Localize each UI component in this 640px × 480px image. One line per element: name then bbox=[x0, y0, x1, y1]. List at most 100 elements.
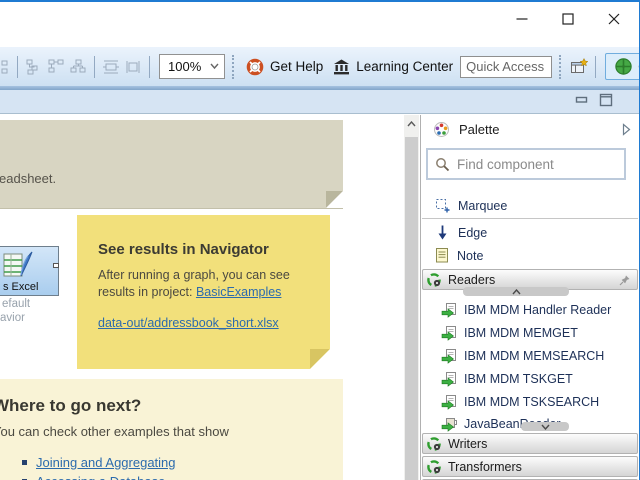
list-item: Joining and Aggregating bbox=[22, 455, 229, 470]
palette-item-label: IBM MDM TSKGET bbox=[464, 372, 573, 386]
palette-icon bbox=[434, 122, 449, 137]
toolbar-separator bbox=[595, 55, 597, 78]
chevron-up-icon bbox=[511, 288, 521, 294]
minimize-button[interactable] bbox=[499, 6, 545, 32]
palette-tool-edge[interactable]: Edge bbox=[421, 221, 639, 244]
excel-component-icon bbox=[3, 251, 33, 277]
layout-icon bbox=[1, 60, 8, 73]
palette-section-label: Transformers bbox=[448, 459, 522, 474]
layout-tool-button[interactable] bbox=[0, 57, 12, 77]
view-toolbar bbox=[0, 90, 639, 114]
toolbar-dotted-separator bbox=[232, 54, 234, 79]
transformers-category-icon bbox=[427, 459, 441, 474]
bank-icon bbox=[334, 59, 350, 74]
note-icon bbox=[436, 248, 448, 263]
gray-note-text: eadsheet. bbox=[0, 171, 57, 186]
collapse-panel-arrow-icon[interactable] bbox=[622, 123, 631, 136]
scrollbar-thumb[interactable] bbox=[405, 137, 418, 480]
palette-tool-note[interactable]: Note bbox=[421, 244, 639, 267]
find-component-input[interactable] bbox=[457, 156, 607, 172]
title-bar bbox=[0, 2, 639, 47]
scrollbar-up-button[interactable] bbox=[404, 115, 419, 132]
open-perspective-button[interactable] bbox=[568, 57, 590, 77]
learning-center-label: Learning Center bbox=[356, 59, 454, 74]
component-output-port[interactable] bbox=[53, 263, 59, 268]
palette-tool-marquee[interactable]: Marquee bbox=[421, 194, 639, 217]
readers-category-icon bbox=[427, 272, 441, 287]
palette-item-reader[interactable]: IBM MDM TSKSEARCH bbox=[421, 391, 639, 413]
maximize-button[interactable] bbox=[545, 6, 591, 32]
reader-component-icon bbox=[441, 349, 456, 364]
palette-scroll-down-indicator[interactable] bbox=[521, 422, 569, 431]
distribute-horizontal-icon bbox=[103, 60, 119, 73]
get-help-button[interactable]: Get Help bbox=[246, 58, 323, 76]
marquee-icon bbox=[436, 199, 450, 213]
sticky-note-cream[interactable]: Where to go next? You can check other ex… bbox=[0, 379, 343, 480]
auto-layout-button[interactable] bbox=[23, 57, 45, 77]
layout-horizontal-button[interactable] bbox=[45, 57, 67, 77]
minimize-icon bbox=[516, 18, 528, 20]
toolbar-separator bbox=[94, 55, 95, 78]
palette-panel: Palette Marquee Edge bbox=[420, 115, 639, 480]
basic-examples-link[interactable]: BasicExamples bbox=[196, 285, 281, 299]
close-button[interactable] bbox=[591, 6, 637, 32]
get-help-label: Get Help bbox=[270, 59, 324, 74]
distribute-horizontal-button[interactable] bbox=[100, 57, 122, 77]
reader-component-icon bbox=[441, 303, 456, 318]
palette-section-label: Readers bbox=[448, 272, 496, 287]
joining-aggregating-link[interactable]: Joining and Aggregating bbox=[36, 455, 176, 470]
component-description-line2: avior bbox=[0, 312, 25, 324]
palette-item-reader[interactable]: IBM MDM MEMSEARCH bbox=[421, 345, 639, 367]
palette-section-transformers[interactable]: Transformers bbox=[422, 456, 638, 477]
zoom-level-dropdown[interactable]: 100% bbox=[159, 54, 225, 79]
palette-item-label: IBM MDM TSKSEARCH bbox=[464, 395, 600, 409]
chevron-down-icon bbox=[210, 63, 219, 70]
cloverdx-perspective-button[interactable]: CloverDX bbox=[605, 53, 639, 80]
graph-layout-icon bbox=[26, 59, 37, 74]
addressbook-file-link[interactable]: data-out/addressbook_short.xlsx bbox=[98, 316, 279, 330]
palette-section-label: Writers bbox=[448, 436, 488, 451]
cloverdx-window: 100% Get Help Learning Center Quick Acce… bbox=[0, 0, 640, 480]
editor-vertical-scrollbar[interactable] bbox=[404, 115, 419, 480]
yellow-note-body: After running a graph, you can see resul… bbox=[98, 267, 303, 301]
bullet-icon bbox=[22, 460, 27, 465]
quick-access-input[interactable] bbox=[460, 55, 553, 78]
excel-writer-component[interactable]: s Excel bbox=[0, 246, 59, 296]
yellow-note-title: See results in Navigator bbox=[98, 241, 269, 258]
palette-section-writers[interactable]: Writers bbox=[422, 433, 638, 454]
yellow-note-line1: After running a graph, you can see bbox=[98, 268, 290, 282]
accessing-database-link[interactable]: Accessing a Database bbox=[36, 474, 165, 480]
palette-item-reader[interactable]: IBM MDM TSKGET bbox=[421, 368, 639, 390]
palette-divider bbox=[422, 218, 638, 219]
sticky-note-gray[interactable]: eadsheet. bbox=[0, 120, 343, 209]
writers-category-icon bbox=[427, 436, 441, 451]
note-fold-corner bbox=[310, 349, 330, 369]
close-icon bbox=[608, 13, 620, 25]
palette-item-label: IBM MDM MEMSEARCH bbox=[464, 349, 605, 363]
cream-note-subtitle: You can check other examples that show bbox=[0, 424, 229, 439]
learning-center-button[interactable]: Learning Center bbox=[333, 59, 453, 75]
layout-tree-icon bbox=[70, 59, 85, 72]
clover-icon bbox=[615, 58, 632, 75]
maximize-view-button[interactable] bbox=[599, 93, 613, 112]
component-description-line1: efault bbox=[2, 298, 31, 310]
sticky-note-yellow[interactable]: See results in Navigator After running a… bbox=[77, 215, 330, 369]
palette-item-reader[interactable]: IBM MDM MEMGET bbox=[421, 322, 639, 344]
zoom-level-value: 100% bbox=[168, 59, 202, 74]
palette-scroll-up-indicator[interactable] bbox=[463, 287, 569, 296]
cream-note-link-list: Joining and Aggregating Accessing a Data… bbox=[0, 455, 229, 480]
toolbar-separator bbox=[17, 55, 18, 78]
find-component-box[interactable] bbox=[426, 148, 626, 180]
layout-tree-button[interactable] bbox=[67, 57, 89, 77]
palette-title: Palette bbox=[459, 122, 500, 137]
chevron-up-icon bbox=[407, 120, 416, 126]
distribute-vertical-button[interactable] bbox=[122, 57, 144, 77]
pin-icon[interactable] bbox=[618, 274, 631, 287]
open-perspective-icon bbox=[571, 58, 589, 73]
javabean-reader-icon bbox=[441, 418, 457, 432]
palette-item-reader[interactable]: IBM MDM Handler Reader bbox=[421, 299, 639, 321]
minimize-view-button[interactable] bbox=[575, 93, 589, 112]
toolbar-separator bbox=[149, 55, 150, 78]
graph-editor-canvas[interactable]: eadsheet. s Excel efault avior See resul… bbox=[0, 115, 404, 480]
palette-tool-label: Note bbox=[457, 248, 484, 263]
